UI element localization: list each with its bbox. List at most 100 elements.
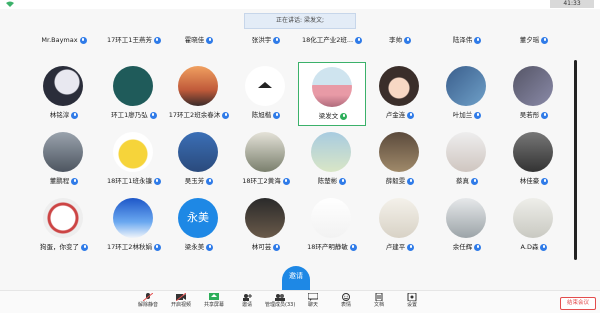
avatar	[43, 66, 83, 106]
participant-tile[interactable]: 陈楚彬	[298, 128, 366, 192]
participant-tile[interactable]: 永美 梁永美	[165, 194, 233, 258]
participant-tile[interactable]: 薛毅雯	[366, 128, 434, 192]
participant-name: 林铭淳	[30, 110, 98, 120]
participant-tile[interactable]: 18环工1班永镰	[100, 128, 168, 192]
participant-tile[interactable]: 18环工2黄海	[232, 128, 300, 192]
avatar	[311, 132, 351, 172]
participant-tile[interactable]: 陆泽伟	[433, 35, 501, 47]
participant-name-text: 李帅	[389, 36, 402, 44]
toolbar-label: 表情	[340, 302, 351, 308]
avatar	[245, 132, 285, 172]
emoji-button[interactable]: 表情	[331, 291, 361, 313]
participant-name-text: Mr.Baymax	[41, 36, 78, 44]
mic-icon	[540, 243, 548, 251]
avatar	[379, 132, 419, 172]
avatar	[113, 66, 153, 106]
camera-off-icon	[176, 293, 186, 301]
participant-name-text: 余任辉	[452, 243, 473, 251]
participant-tile[interactable]: 梁发文	[298, 62, 366, 126]
participant-tile[interactable]: Mr.Baymax	[30, 35, 98, 47]
participant-tile[interactable]: 环工1廖乃弘	[100, 62, 168, 126]
end-meeting-button[interactable]: 结束会议	[560, 297, 596, 310]
screen-share-button[interactable]: 共享屏幕	[199, 291, 229, 313]
mic-icon	[81, 243, 88, 251]
participant-name-text: 薛毅雯	[385, 177, 406, 185]
participant-tile[interactable]: 吴玉芳	[165, 128, 233, 192]
scrollbar[interactable]	[574, 60, 577, 260]
participant-name: 林可芸	[232, 242, 300, 252]
avatar	[113, 132, 153, 172]
participant-name: 梁永美	[165, 242, 233, 252]
participant-name: 蔡真	[433, 176, 501, 186]
participant-name: 17环工2林秋娟	[100, 242, 168, 252]
participant-tile[interactable]: 霍晓佳	[165, 35, 233, 47]
participant-name-text: 陆泽伟	[452, 36, 473, 44]
participant-tile[interactable]: 董鹏程	[30, 128, 98, 192]
participant-name: 梁发文	[299, 111, 367, 121]
participant-name-text: 17环工2班余春沐	[168, 111, 221, 119]
mic-icon	[222, 111, 230, 119]
participant-tile[interactable]: 陈旭楷	[232, 62, 300, 126]
avatar	[379, 198, 419, 238]
participant-name: 18环产明静敏	[298, 242, 366, 252]
avatar	[245, 66, 285, 106]
participant-tile[interactable]: 董夕瑶	[500, 35, 568, 47]
participant-name: 余任辉	[433, 242, 501, 252]
participant-tile[interactable]: 18化工产业2班...	[298, 35, 366, 47]
participant-tile[interactable]: A.D森	[500, 194, 568, 258]
chat-button[interactable]: 聊天	[298, 291, 328, 313]
participant-tile[interactable]: 18环产明静敏	[298, 194, 366, 258]
participant-tile[interactable]: 李帅	[366, 35, 434, 47]
participant-name-text: 叶加兰	[452, 111, 473, 119]
mic-icon	[541, 177, 549, 185]
mic-icon	[471, 177, 478, 185]
avatar	[513, 198, 553, 238]
participant-tile[interactable]: 17环工2班余春沐	[165, 62, 233, 126]
participant-name: 霍晓佳	[165, 35, 233, 45]
mic-icon	[206, 243, 214, 251]
mic-icon	[407, 243, 415, 251]
participant-tile[interactable]: 叶加兰	[433, 62, 501, 126]
mic-icon	[541, 36, 549, 44]
participant-tile[interactable]: 吴若彤	[500, 62, 568, 126]
avatar	[113, 198, 153, 238]
document-button[interactable]: 文档	[364, 291, 394, 313]
mic-off-button[interactable]: 解除静音	[133, 291, 163, 313]
avatar	[43, 198, 83, 238]
toolbar-label: 管理成员(33)	[265, 302, 296, 308]
participant-tile[interactable]: 蔡真	[433, 128, 501, 192]
participant-tile[interactable]: 狗蛋，你变了	[30, 194, 98, 258]
participant-name: 陈旭楷	[232, 110, 300, 120]
participant-tile[interactable]: 林铭淳	[30, 62, 98, 126]
participant-name: 董夕瑶	[500, 35, 568, 45]
mic-icon	[273, 36, 281, 44]
mic-icon	[273, 243, 281, 251]
participant-name-text: 18环产明静敏	[307, 243, 348, 251]
chat-icon	[308, 293, 318, 301]
members-button[interactable]: 管理成员(33)	[265, 291, 295, 313]
participant-name-text: 18环工2黄海	[242, 177, 281, 185]
participant-tile[interactable]: 余任辉	[433, 194, 501, 258]
participant-tile[interactable]: 卢金连	[366, 62, 434, 126]
settings-button[interactable]: 设置	[397, 291, 427, 313]
mic-icon	[340, 112, 348, 120]
participant-tile[interactable]: 17环工2林秋娟	[100, 194, 168, 258]
invite-button[interactable]: 邀请	[232, 291, 262, 313]
avatar	[446, 132, 486, 172]
participant-tile[interactable]: 林佳豪	[500, 128, 568, 192]
participant-name-text: 陈旭楷	[251, 111, 272, 119]
participant-tile[interactable]: 卢建平	[366, 194, 434, 258]
participant-name-text: 董夕瑶	[519, 36, 540, 44]
toolbar-label: 解除静音	[137, 302, 158, 308]
participant-name-text: 林铭淳	[49, 111, 70, 119]
participant-name-text: 吴玉芳	[184, 177, 205, 185]
participant-name-text: 狗蛋，你变了	[40, 243, 79, 251]
avatar	[513, 66, 553, 106]
participant-tile[interactable]: 17环工1王燕芳	[100, 35, 168, 47]
avatar	[178, 66, 218, 106]
avatar	[379, 66, 419, 106]
participant-tile[interactable]: 张洪宇	[232, 35, 300, 47]
participant-tile[interactable]: 林可芸	[232, 194, 300, 258]
camera-off-button[interactable]: 开启视频	[166, 291, 196, 313]
participant-name: 环工1廖乃弘	[100, 110, 168, 120]
